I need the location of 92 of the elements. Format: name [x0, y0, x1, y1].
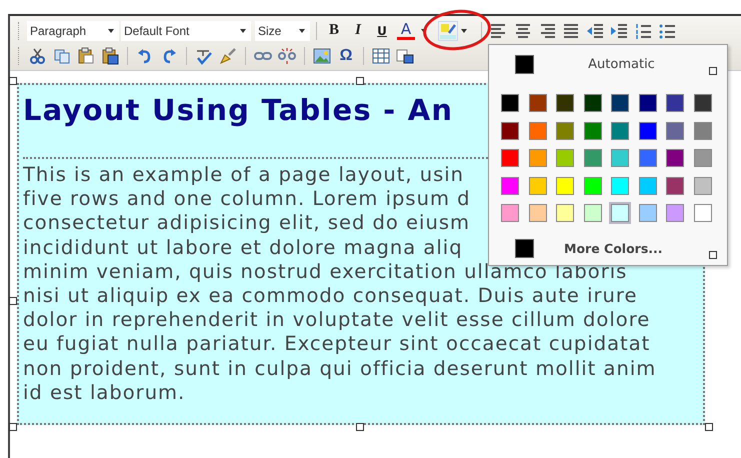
color-swatch[interactable]: [611, 176, 629, 194]
color-swatch[interactable]: [666, 122, 684, 140]
resize-handle[interactable]: [356, 423, 364, 431]
color-swatch[interactable]: [638, 149, 656, 167]
bold-button[interactable]: B: [325, 22, 343, 39]
color-swatch[interactable]: [528, 122, 546, 140]
color-swatch[interactable]: [638, 122, 656, 140]
automatic-option[interactable]: Automatic: [534, 56, 709, 72]
color-swatch[interactable]: [528, 176, 546, 194]
image-icon[interactable]: [313, 46, 331, 64]
dropdown[interactable]: Paragraph: [27, 20, 119, 40]
caret-icon[interactable]: [238, 28, 248, 32]
text-line: minim veniam, quis nostrud exercitation ullamco laboris: [23, 260, 628, 284]
color-swatch[interactable]: [694, 149, 712, 167]
color-swatch[interactable]: [584, 122, 602, 140]
color-swatch[interactable]: [556, 149, 574, 167]
paste-document-icon[interactable]: [101, 46, 119, 64]
color-swatch[interactable]: [666, 176, 684, 194]
text-line: non proident, sunt in culpa qui officia deserunt mollit anim: [23, 356, 656, 381]
align-left-icon[interactable]: [490, 22, 508, 40]
cut-icon[interactable]: [29, 46, 47, 64]
color-swatch[interactable]: [556, 122, 574, 140]
text-line: five rows and one column. Lorem ipsum d: [23, 187, 471, 212]
color-swatch[interactable]: [666, 204, 684, 222]
resize-handle[interactable]: [705, 423, 713, 431]
align-center-icon[interactable]: [514, 22, 532, 40]
color-swatch[interactable]: [515, 238, 534, 258]
color-swatch[interactable]: [611, 149, 629, 167]
color-swatch[interactable]: [638, 94, 656, 112]
bullet-list-icon[interactable]: [658, 22, 676, 40]
color-swatch[interactable]: [584, 94, 602, 112]
color-swatch[interactable]: [501, 204, 519, 222]
color-swatch[interactable]: [501, 176, 519, 194]
special-character-button[interactable]: Ω: [337, 46, 355, 64]
caret-icon[interactable]: [106, 28, 116, 32]
color-swatch[interactable]: [694, 204, 712, 222]
table-icon[interactable]: [372, 46, 390, 64]
text-line: nisi ut aliquip ex ea commodo consequat. Duis aute irure: [23, 284, 638, 308]
color-swatch[interactable]: [584, 149, 602, 167]
text-line: This is an example of a page layout, usin: [23, 163, 464, 188]
color-swatch[interactable]: [501, 149, 519, 167]
color-swatch[interactable]: [638, 176, 656, 194]
resize-handle[interactable]: [9, 423, 17, 431]
copy-icon[interactable]: [53, 46, 71, 64]
paste-icon[interactable]: [77, 46, 95, 64]
color-swatch[interactable]: [528, 204, 546, 222]
color-swatch[interactable]: [611, 122, 629, 140]
color-swatch[interactable]: [611, 94, 629, 112]
color-swatch[interactable]: [611, 204, 629, 222]
text-line: eu fugiat nulla pariatur. Excepteur sint occaecat cupidatat: [23, 332, 650, 357]
window-icon[interactable]: [396, 46, 414, 64]
color-swatch[interactable]: [638, 204, 656, 222]
color-swatch[interactable]: [666, 94, 684, 112]
font-color-button[interactable]: A: [397, 21, 415, 40]
more-colors-link[interactable]: More Colors...: [564, 240, 709, 256]
color-swatch[interactable]: [528, 94, 546, 112]
color-swatch[interactable]: [556, 204, 574, 222]
resize-handle[interactable]: [9, 297, 17, 305]
text-line: incididunt ut labore et dolore magna aliq: [23, 236, 463, 260]
highlighter-icon[interactable]: [439, 22, 457, 40]
outdent-icon[interactable]: [586, 22, 604, 40]
color-swatch[interactable]: [584, 204, 602, 222]
align-right-icon[interactable]: [538, 22, 556, 40]
resize-handle[interactable]: [9, 77, 17, 85]
text-line: dolor in reprehenderit in voluptate velit esse cillum dolore: [23, 308, 650, 332]
caret-icon[interactable]: [459, 28, 469, 32]
indent-icon[interactable]: [610, 22, 628, 40]
italic-button[interactable]: I: [349, 22, 367, 39]
dropdown[interactable]: Default Font: [121, 20, 251, 40]
color-swatch[interactable]: [556, 94, 574, 112]
color-swatch[interactable]: [501, 122, 519, 140]
color-swatch[interactable]: [694, 122, 712, 140]
small-square-icon: [709, 251, 717, 259]
text-line: consectetur adipisicing elit, sed do eiusm: [23, 211, 470, 236]
justify-icon[interactable]: [562, 22, 580, 40]
text-line: id est laborum.: [23, 380, 186, 406]
numbered-list-icon[interactable]: [634, 22, 652, 40]
caret-icon[interactable]: [297, 28, 307, 32]
broken-link-icon[interactable]: [278, 46, 296, 64]
dropdown[interactable]: Size: [255, 20, 310, 40]
color-swatch[interactable]: [666, 149, 684, 167]
brush-icon[interactable]: [219, 46, 237, 64]
color-swatch[interactable]: [528, 149, 546, 167]
color-swatch[interactable]: [556, 176, 574, 194]
color-swatch[interactable]: [694, 176, 712, 194]
small-square-icon: [709, 67, 717, 75]
color-swatch[interactable]: [584, 176, 602, 194]
color-swatch[interactable]: [515, 54, 534, 74]
resize-handle[interactable]: [356, 77, 364, 85]
underline-button[interactable]: U: [373, 24, 391, 38]
color-swatch[interactable]: [694, 94, 712, 112]
color-swatch[interactable]: [501, 94, 519, 112]
